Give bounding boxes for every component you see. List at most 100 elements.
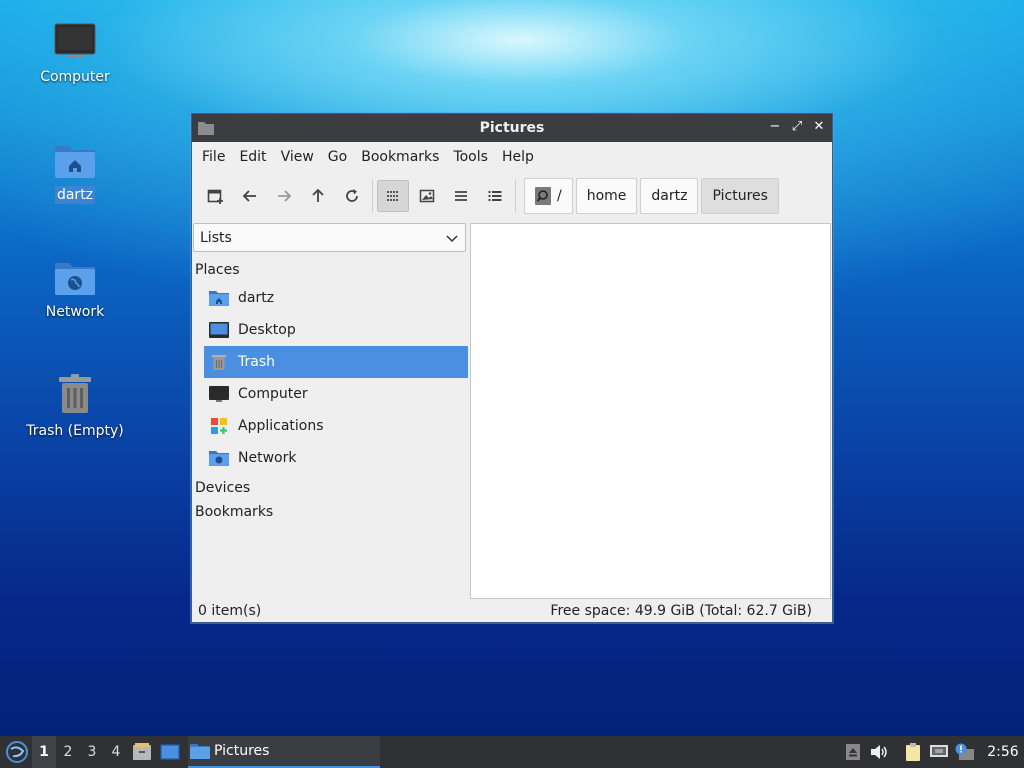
- sidebar-item-network[interactable]: Network: [204, 442, 468, 474]
- home-folder-icon: [55, 146, 95, 178]
- new-tab-button[interactable]: [200, 180, 232, 212]
- drive-search-icon: [535, 187, 551, 205]
- desktop-icon: [209, 322, 229, 338]
- notification-icon: [955, 743, 974, 760]
- breadcrumb-dartz[interactable]: dartz: [640, 178, 699, 214]
- back-button[interactable]: [234, 180, 266, 212]
- clipboard-icon: [906, 743, 920, 761]
- menu-go[interactable]: Go: [321, 145, 354, 169]
- breadcrumb-root[interactable]: /: [524, 178, 573, 214]
- network-folder-icon: [209, 451, 229, 466]
- reload-button[interactable]: [336, 180, 368, 212]
- monitor-icon: [209, 386, 229, 402]
- up-button[interactable]: [302, 180, 334, 212]
- minimize-button[interactable]: −: [768, 119, 782, 135]
- menu-view[interactable]: View: [274, 145, 321, 169]
- desktop-icon-label: dartz: [54, 186, 96, 204]
- eject-button[interactable]: [840, 736, 866, 768]
- sidebar-item-label: Applications: [238, 418, 324, 434]
- workspace-2[interactable]: 2: [56, 736, 80, 768]
- desktop-icon-label: Computer: [40, 69, 110, 85]
- sidebar-item-trash[interactable]: Trash: [204, 346, 468, 378]
- toolbar-separator: [372, 179, 373, 213]
- window-content: Lists Places dartz Desktop Trash Compute…: [192, 220, 832, 600]
- status-item-count: 0 item(s): [198, 603, 262, 619]
- wired-network-icon: [930, 745, 948, 757]
- status-bar: 0 item(s) Free space: 49.9 GiB (Total: 6…: [192, 600, 832, 622]
- maximize-button[interactable]: ⤢: [790, 119, 804, 135]
- trash-icon: [212, 355, 226, 370]
- desktop-icon-home[interactable]: dartz: [20, 140, 130, 204]
- menu-edit[interactable]: Edit: [232, 145, 273, 169]
- home-folder-icon: [209, 291, 229, 306]
- status-free-space: Free space: 49.9 GiB (Total: 62.7 GiB): [550, 603, 812, 619]
- sidebar-mode-select[interactable]: Lists: [193, 223, 466, 252]
- toolbar: / home dartz Pictures: [192, 172, 832, 220]
- system-tray: 2:56: [840, 736, 1024, 768]
- clipboard-button[interactable]: [900, 736, 926, 768]
- sidebar: Places dartz Desktop Trash Computer Appl…: [192, 258, 468, 524]
- clock[interactable]: 2:56: [982, 744, 1024, 760]
- sidebar-header-places[interactable]: Places: [192, 258, 468, 282]
- file-view-pane[interactable]: [470, 223, 831, 599]
- desktop-icon: [160, 744, 180, 760]
- desktop-icon-computer[interactable]: Computer: [20, 22, 130, 86]
- eject-icon: [846, 744, 860, 760]
- chevron-down-icon: [446, 235, 458, 243]
- thumbnail-view-button[interactable]: [411, 180, 443, 212]
- menu-file[interactable]: File: [195, 145, 232, 169]
- network-folder-icon: [55, 263, 95, 295]
- toolbar-separator: [515, 179, 516, 213]
- menu-tools[interactable]: Tools: [446, 145, 495, 169]
- sidebar-item-desktop[interactable]: Desktop: [204, 314, 468, 346]
- volume-button[interactable]: [866, 736, 892, 768]
- sidebar-header-bookmarks[interactable]: Bookmarks: [192, 500, 468, 524]
- workspace-4[interactable]: 4: [104, 736, 128, 768]
- icon-view-icon: [387, 191, 398, 201]
- breadcrumb-root-label: /: [557, 188, 562, 204]
- workspace-3[interactable]: 3: [80, 736, 104, 768]
- detailed-list-button[interactable]: [479, 180, 511, 212]
- desktop-icon-network[interactable]: Network: [20, 257, 130, 321]
- show-desktop-launcher[interactable]: [156, 736, 184, 768]
- trash-icon: [59, 374, 91, 413]
- sidebar-item-applications[interactable]: Applications: [204, 410, 468, 442]
- taskbar-task-label: Pictures: [214, 743, 270, 759]
- sidebar-item-label: Computer: [238, 386, 308, 402]
- start-menu-button[interactable]: [2, 736, 32, 768]
- monitor-icon: [54, 23, 96, 58]
- sidebar-header-devices[interactable]: Devices: [192, 476, 468, 500]
- back-arrow-icon: [242, 190, 256, 202]
- menu-bookmarks[interactable]: Bookmarks: [354, 145, 446, 169]
- thumbnail-view-icon: [419, 189, 435, 203]
- menu-help[interactable]: Help: [495, 145, 541, 169]
- workspace-1[interactable]: 1: [32, 736, 56, 768]
- breadcrumb-pictures[interactable]: Pictures: [701, 178, 779, 214]
- sidebar-item-computer[interactable]: Computer: [204, 378, 468, 410]
- lxqt-logo-icon: [6, 741, 28, 763]
- icon-view-button[interactable]: [377, 180, 409, 212]
- forward-button[interactable]: [268, 180, 300, 212]
- file-cabinet-icon: [133, 743, 151, 760]
- file-manager-launcher[interactable]: [128, 736, 156, 768]
- network-status-button[interactable]: [926, 736, 952, 768]
- desktop-icon-trash[interactable]: Trash (Empty): [20, 372, 130, 440]
- desktop-icon-label: Network: [45, 304, 105, 320]
- compact-view-button[interactable]: [445, 180, 477, 212]
- sidebar-item-label: dartz: [238, 290, 275, 306]
- notification-button[interactable]: [952, 736, 978, 768]
- new-tab-icon: [207, 189, 223, 204]
- breadcrumb-home[interactable]: home: [575, 178, 638, 214]
- window-title: Pictures: [479, 120, 545, 136]
- sidebar-item-dartz[interactable]: dartz: [204, 282, 468, 314]
- reload-icon: [346, 189, 358, 202]
- close-button[interactable]: ✕: [812, 119, 826, 135]
- window-titlebar[interactable]: Pictures − ⤢ ✕: [192, 114, 832, 142]
- sidebar-mode-value: Lists: [200, 229, 232, 246]
- compact-view-icon: [455, 191, 467, 201]
- menu-bar: File Edit View Go Bookmarks Tools Help: [192, 142, 832, 172]
- breadcrumb: / home dartz Pictures: [524, 178, 779, 214]
- file-manager-window: Pictures − ⤢ ✕ File Edit View Go Bookmar…: [191, 113, 833, 623]
- folder-icon: [198, 122, 214, 135]
- taskbar-task-pictures[interactable]: Pictures: [188, 736, 380, 768]
